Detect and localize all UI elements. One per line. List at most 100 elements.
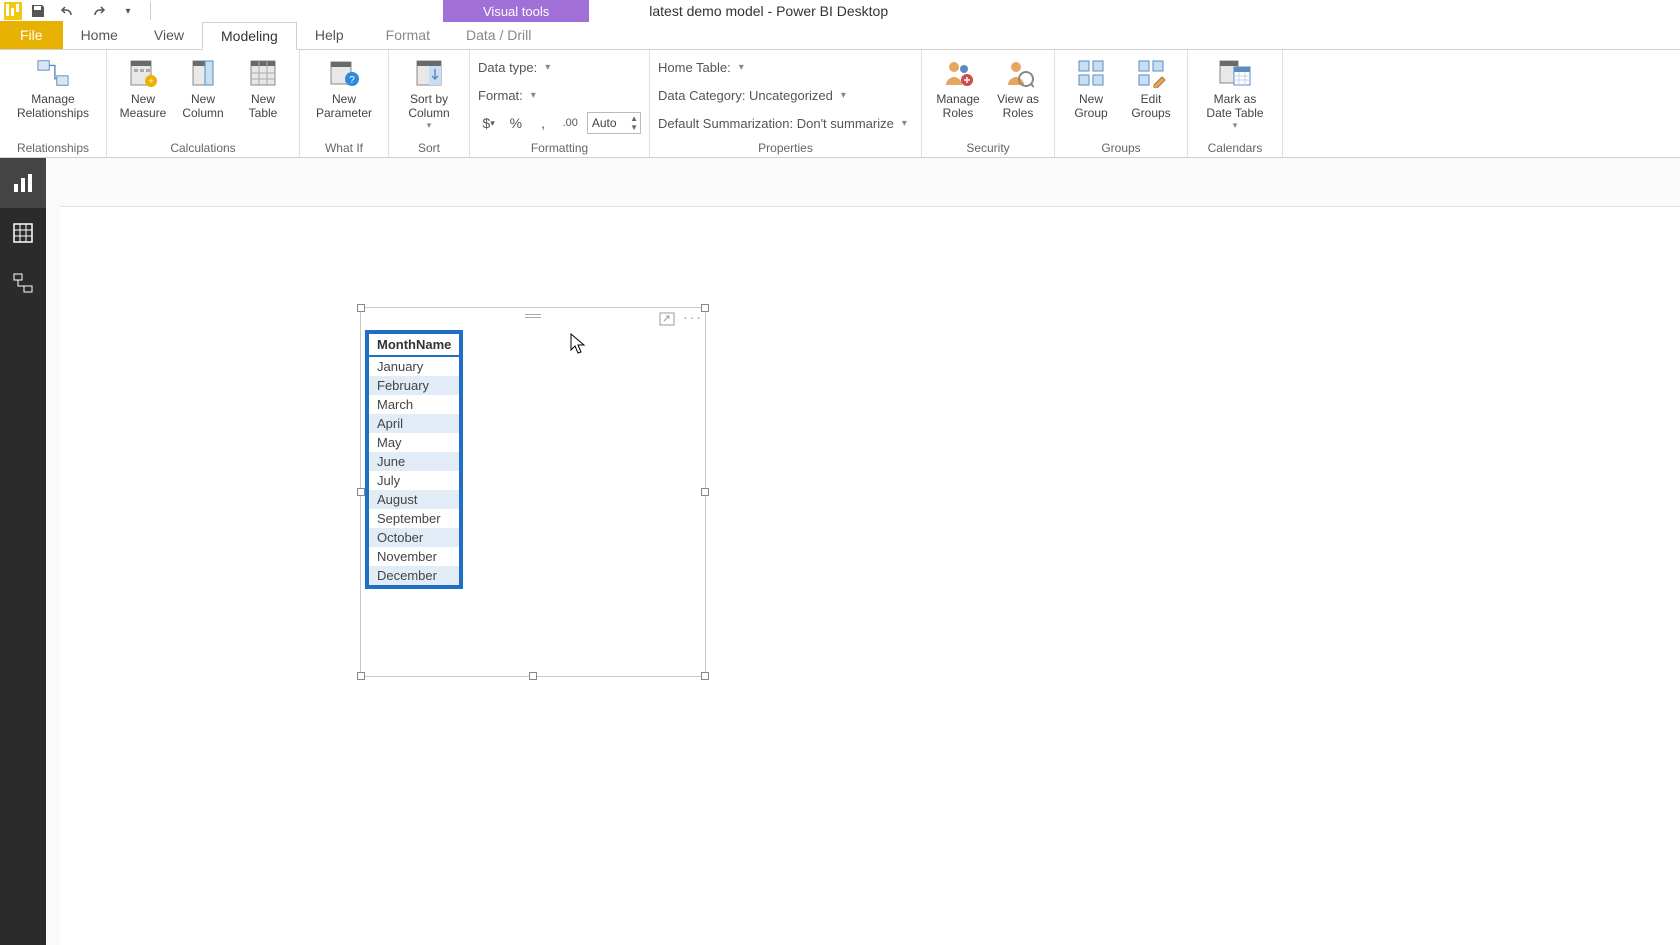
titlebar: ▾ Visual tools latest demo model - Power… — [0, 0, 1680, 22]
percent-button[interactable]: % — [505, 112, 526, 134]
group-properties: Home Table:▾ Data Category: Uncategorize… — [650, 50, 922, 157]
more-options-icon[interactable]: ··· — [683, 312, 699, 326]
tab-view[interactable]: View — [136, 21, 202, 49]
new-column-button[interactable]: New Column — [175, 54, 231, 120]
save-icon[interactable] — [28, 1, 48, 21]
data-type-label: Data type: — [478, 60, 537, 75]
new-parameter-label: New Parameter — [316, 92, 372, 120]
home-table-label: Home Table: — [658, 60, 731, 75]
new-measure-button[interactable]: + New Measure — [115, 54, 171, 120]
new-group-icon — [1074, 56, 1108, 90]
focus-mode-icon[interactable] — [659, 312, 675, 326]
tab-modeling[interactable]: Modeling — [202, 22, 297, 50]
visual-header-toolbar: ··· — [659, 312, 699, 326]
table-visual[interactable]: ··· MonthName JanuaryFebruaryMarchAprilM… — [360, 307, 706, 677]
manage-relationships-label: Manage Relationships — [17, 92, 89, 120]
nav-data-view[interactable] — [0, 208, 46, 258]
default-summarization-dropdown[interactable]: Default Summarization: Don't summarize▾ — [658, 110, 913, 136]
table-cell: July — [369, 471, 459, 490]
resize-handle[interactable] — [701, 672, 709, 680]
measure-icon: + — [126, 56, 160, 90]
table-row[interactable]: May — [369, 433, 459, 452]
tab-file[interactable]: File — [0, 21, 63, 49]
manage-relationships-button[interactable]: Manage Relationships — [8, 54, 98, 120]
group-sort: Sort by Column ▾ Sort — [389, 50, 470, 157]
resize-handle[interactable] — [529, 672, 537, 680]
new-parameter-button[interactable]: ? New Parameter — [308, 54, 380, 120]
manage-roles-icon — [941, 56, 975, 90]
new-group-label: New Group — [1074, 92, 1107, 120]
data-category-dropdown[interactable]: Data Category: Uncategorized▾ — [658, 82, 913, 108]
ribbon-tabstrip: File Home View Modeling Help Format Data… — [0, 22, 1680, 50]
document-title: latest demo model - Power BI Desktop — [649, 3, 888, 19]
format-dropdown[interactable]: Format:▾ — [478, 82, 641, 108]
new-group-button[interactable]: New Group — [1063, 54, 1119, 120]
table-row[interactable]: July — [369, 471, 459, 490]
table-cell: December — [369, 566, 459, 585]
data-type-dropdown[interactable]: Data type:▾ — [478, 54, 641, 80]
report-canvas[interactable]: ··· MonthName JanuaryFebruaryMarchAprilM… — [60, 206, 1680, 945]
contextual-tab-visual-tools: Visual tools — [443, 0, 589, 22]
canvas-area: ··· MonthName JanuaryFebruaryMarchAprilM… — [46, 158, 1680, 945]
sort-icon — [412, 56, 446, 90]
redo-icon[interactable] — [88, 1, 108, 21]
table-cell: August — [369, 490, 459, 509]
thousands-button[interactable]: , — [532, 112, 553, 134]
nav-model-view[interactable] — [0, 258, 46, 308]
group-whatif: ? New Parameter What If — [300, 50, 389, 157]
group-groups: New Group Edit Groups Groups — [1055, 50, 1188, 157]
new-table-button[interactable]: New Table — [235, 54, 291, 120]
table-row[interactable]: December — [369, 566, 459, 585]
drag-grip[interactable] — [525, 314, 541, 318]
table-header[interactable]: MonthName — [369, 334, 459, 356]
edit-groups-button[interactable]: Edit Groups — [1123, 54, 1179, 120]
table-row[interactable]: August — [369, 490, 459, 509]
group-calendars-label: Calendars — [1196, 139, 1274, 155]
ribbon: Manage Relationships Relationships + New… — [0, 50, 1680, 158]
data-category-label: Data Category: Uncategorized — [658, 88, 833, 103]
parameter-icon: ? — [327, 56, 361, 90]
table-highlight: MonthName JanuaryFebruaryMarchAprilMayJu… — [365, 330, 463, 589]
resize-handle[interactable] — [357, 488, 365, 496]
currency-button[interactable]: $▾ — [478, 112, 499, 134]
table-row[interactable]: November — [369, 547, 459, 566]
decimal-button[interactable]: .00 — [560, 112, 581, 134]
qat-dropdown-icon[interactable]: ▾ — [118, 1, 138, 21]
sort-by-column-label: Sort by Column — [408, 92, 449, 120]
date-table-icon — [1218, 56, 1252, 90]
manage-roles-button[interactable]: Manage Roles — [930, 54, 986, 120]
table-cell: September — [369, 509, 459, 528]
mark-as-date-table-button[interactable]: Mark as Date Table ▾ — [1196, 54, 1274, 131]
view-as-roles-button[interactable]: View as Roles — [990, 54, 1046, 120]
undo-icon[interactable] — [58, 1, 78, 21]
table-row[interactable]: March — [369, 395, 459, 414]
resize-handle[interactable] — [701, 488, 709, 496]
table-icon — [246, 56, 280, 90]
table-cell: February — [369, 376, 459, 395]
tab-help[interactable]: Help — [297, 21, 362, 49]
view-as-roles-label: View as Roles — [997, 92, 1039, 120]
home-table-dropdown[interactable]: Home Table:▾ — [658, 54, 913, 80]
table-row[interactable]: June — [369, 452, 459, 471]
table-cell: January — [369, 356, 459, 376]
format-label: Format: — [478, 88, 523, 103]
table-row[interactable]: January — [369, 356, 459, 376]
group-calendars: Mark as Date Table ▾ Calendars — [1188, 50, 1283, 157]
sort-by-column-button[interactable]: Sort by Column ▾ — [397, 54, 461, 131]
resize-handle[interactable] — [357, 672, 365, 680]
decimal-value: Auto — [592, 116, 617, 130]
tab-format[interactable]: Format — [368, 21, 448, 49]
table-row[interactable]: September — [369, 509, 459, 528]
decimal-spinner[interactable]: Auto ▲▼ — [587, 112, 641, 134]
group-sort-label: Sort — [397, 139, 461, 155]
table-cell: June — [369, 452, 459, 471]
app-icon — [4, 2, 22, 20]
tab-home[interactable]: Home — [63, 21, 136, 49]
table-row[interactable]: October — [369, 528, 459, 547]
resize-handle[interactable] — [357, 304, 365, 312]
table-row[interactable]: February — [369, 376, 459, 395]
tab-data-drill[interactable]: Data / Drill — [448, 21, 549, 49]
table-cell: November — [369, 547, 459, 566]
nav-report-view[interactable] — [0, 158, 46, 208]
table-row[interactable]: April — [369, 414, 459, 433]
